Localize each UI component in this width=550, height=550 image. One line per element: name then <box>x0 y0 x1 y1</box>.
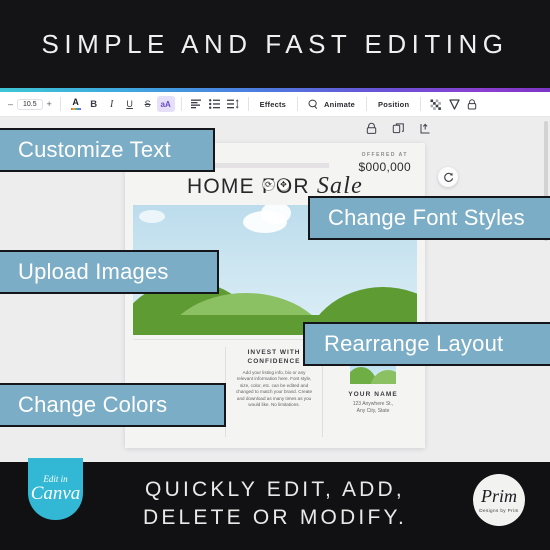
callout-customize-text-label: Customize Text <box>18 137 171 162</box>
transparency-icon[interactable] <box>427 96 445 112</box>
screenshot-root: SIMPLE AND FAST EDITING – 10.5 + A B I U… <box>0 0 550 550</box>
toolbar-divider <box>247 97 249 111</box>
animate-button[interactable]: Animate <box>322 100 360 109</box>
letter-case-button[interactable]: aA <box>156 96 175 112</box>
callout-upload-images-label: Upload Images <box>18 259 169 284</box>
callout-rearrange-layout-label: Rearrange Layout <box>324 331 504 356</box>
text-color-button[interactable]: A <box>67 96 85 112</box>
font-size-input[interactable]: 10.5 <box>17 98 43 110</box>
agent-address-line1: 123 Anywhere St., <box>352 401 394 407</box>
decrease-font-size-button[interactable]: – <box>6 99 15 109</box>
animate-group[interactable]: Animate <box>304 96 360 112</box>
cloud-shape <box>139 210 165 223</box>
top-banner: SIMPLE AND FAST EDITING <box>0 0 550 88</box>
increase-font-size-button[interactable]: + <box>45 99 54 109</box>
toolbar-divider <box>420 97 422 111</box>
text-toolbar[interactable]: – 10.5 + A B I U S aA Effects Animate Po… <box>0 92 550 117</box>
font-size-group[interactable]: – 10.5 + <box>6 98 54 110</box>
color-spectrum-bar <box>70 108 81 110</box>
edit-in-canva-badge[interactable]: Edit in Canva <box>28 458 83 520</box>
bottom-banner-line2: DELETE OR MODIFY. <box>142 506 408 529</box>
flyer-headline-main: HOME FOR <box>187 175 310 198</box>
prim-logo: Prim Designs by Prim <box>473 474 525 526</box>
toolbar-divider <box>297 97 299 111</box>
text-color-glyph: A <box>72 97 79 107</box>
prim-logo-sub-label: Designs by Prim <box>479 508 519 513</box>
callout-change-colors: Change Colors <box>0 383 226 427</box>
toolbar-divider <box>59 97 61 111</box>
callout-change-font-styles-label: Change Font Styles <box>328 205 525 230</box>
strikethrough-button[interactable]: S <box>139 96 157 112</box>
lock-icon[interactable] <box>365 122 378 135</box>
agent-name: YOUR NAME <box>348 391 398 398</box>
bullet-list-icon[interactable] <box>206 96 224 112</box>
underline-button[interactable]: U <box>121 96 139 112</box>
refresh-icon[interactable] <box>438 167 458 187</box>
effects-button[interactable]: Effects <box>255 100 291 109</box>
offered-at-block[interactable]: OFFERED AT $000,000 <box>359 152 411 174</box>
toolbar-divider <box>366 97 368 111</box>
position-button[interactable]: Position <box>373 100 414 109</box>
italic-button[interactable]: I <box>103 96 121 112</box>
move-handle-icon[interactable]: ✥ <box>278 179 289 190</box>
hill-shape <box>370 370 397 384</box>
toolbar-divider <box>180 97 182 111</box>
invest-body-text: Add your listing info, bio or any releva… <box>235 370 313 408</box>
offered-at-amount: $000,000 <box>358 160 411 174</box>
agent-address-line2: Any City, State <box>356 408 390 414</box>
copy-page-icon[interactable] <box>392 122 405 135</box>
bold-button[interactable]: B <box>85 96 103 112</box>
top-banner-title: SIMPLE AND FAST EDITING <box>41 28 509 59</box>
callout-customize-text: Customize Text <box>0 128 215 172</box>
prim-logo-main-label: Prim <box>481 486 517 506</box>
callout-rearrange-layout: Rearrange Layout <box>303 322 550 366</box>
page-action-icons[interactable] <box>365 122 432 135</box>
duplicate-icon[interactable] <box>445 96 463 112</box>
align-left-icon[interactable] <box>188 96 206 112</box>
lock-icon[interactable] <box>463 96 481 112</box>
callout-change-font-styles: Change Font Styles <box>308 196 550 240</box>
callout-upload-images: Upload Images <box>0 250 219 294</box>
export-icon[interactable] <box>419 122 432 135</box>
animate-icon[interactable] <box>304 96 322 112</box>
callout-change-colors-label: Change Colors <box>18 392 168 417</box>
selection-handles[interactable]: ⟳ ✥ <box>263 179 289 190</box>
rotate-handle-icon[interactable]: ⟳ <box>263 179 274 190</box>
line-spacing-icon[interactable] <box>224 96 242 112</box>
canva-badge-main-label: Canva <box>30 483 81 504</box>
offered-at-label: OFFERED AT <box>361 152 408 158</box>
